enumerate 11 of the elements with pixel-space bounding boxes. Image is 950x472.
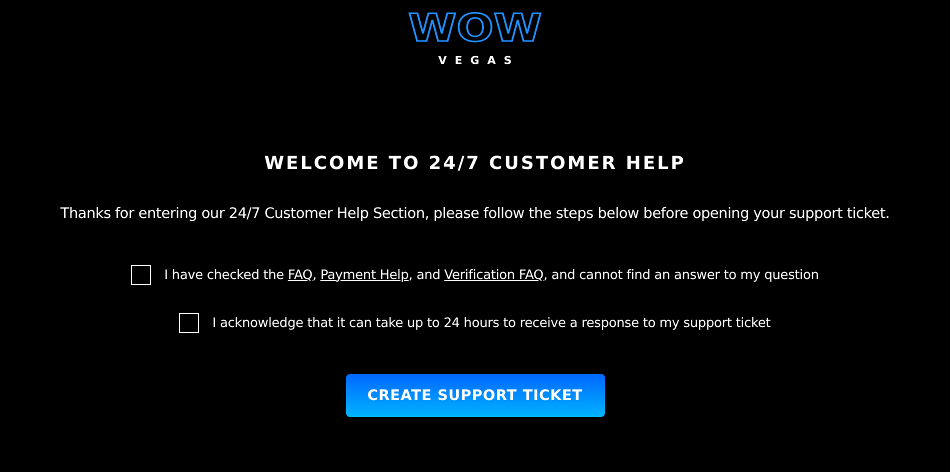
- help-link[interactable]: FAQ: [288, 268, 312, 282]
- page-heading: WELCOME TO 24/7 CUSTOMER HELP: [264, 153, 686, 174]
- checkbox-label: I have checked the FAQ, Payment Help, and Verification FAQ, and cannot find an answer to my question: [164, 268, 819, 282]
- checkbox-label: I acknowledge that it can take up to 24 hours to receive a response to my support ticket: [212, 316, 771, 330]
- logo-mark: WOW: [408, 6, 542, 50]
- help-link[interactable]: Verification FAQ: [444, 268, 544, 282]
- checkbox[interactable]: [131, 265, 152, 285]
- logo-wordmark: VEGAS: [438, 54, 520, 67]
- help-link[interactable]: Payment Help: [320, 268, 409, 282]
- checkbox[interactable]: [179, 313, 200, 333]
- intro-text: Thanks for entering our 24/7 Customer Help Section, please follow the steps below before opening your support ticket.: [60, 206, 890, 222]
